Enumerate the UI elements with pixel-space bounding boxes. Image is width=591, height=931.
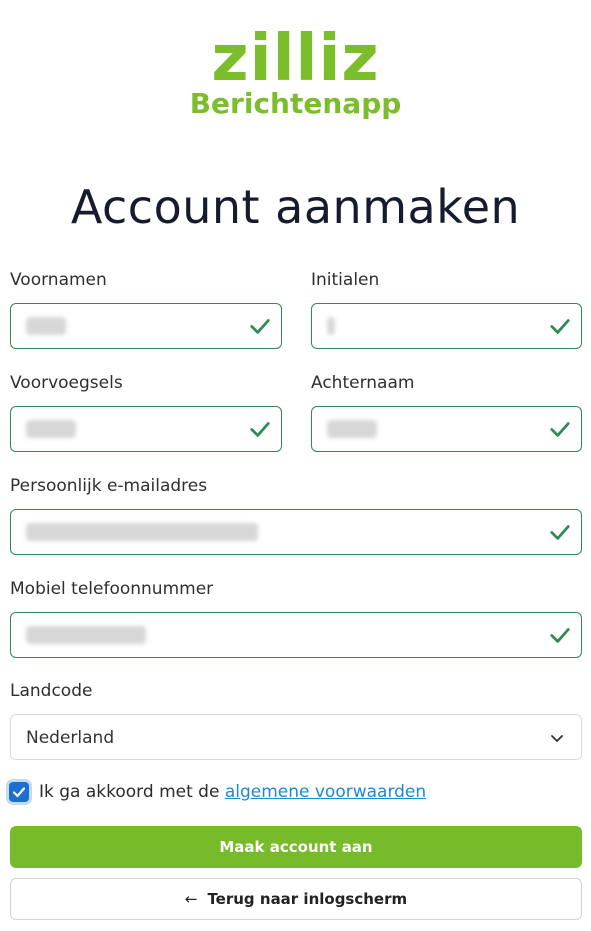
check-icon <box>550 422 570 437</box>
brand-subtitle: Berichtenapp <box>189 87 402 120</box>
brand-logo: zilliz Berichtenapp <box>0 22 591 120</box>
terms-text: Ik ga akkoord met de algemene voorwaarde… <box>39 782 426 802</box>
back-label: Terug naar inlogscherm <box>207 890 408 908</box>
page-title: Account aanmaken <box>70 180 521 234</box>
check-icon <box>550 628 570 643</box>
check-icon <box>550 525 570 540</box>
blurred-value <box>26 420 76 438</box>
country-code-value: Nederland <box>26 728 115 748</box>
first-names-label: Voornamen <box>10 270 107 290</box>
last-name-field[interactable] <box>311 406 582 452</box>
blurred-value <box>327 420 377 438</box>
arrow-left-icon: ← <box>184 890 198 908</box>
terms-link[interactable]: algemene voorwaarden <box>225 782 426 802</box>
check-icon <box>250 422 270 437</box>
terms-checkbox[interactable] <box>9 782 29 802</box>
blurred-value <box>26 626 146 644</box>
initials-field[interactable] <box>311 303 582 349</box>
email-field[interactable] <box>10 509 582 555</box>
check-icon <box>550 319 570 334</box>
prefixes-label: Voorvoegsels <box>10 373 123 393</box>
mobile-label: Mobiel telefoonnummer <box>10 579 214 599</box>
country-code-label: Landcode <box>10 681 93 701</box>
country-code-select[interactable]: Nederland <box>10 714 582 760</box>
email-label: Persoonlijk e-mailadres <box>10 476 208 496</box>
prefixes-field[interactable] <box>10 406 282 452</box>
blurred-value <box>26 523 258 541</box>
mobile-field[interactable] <box>10 612 582 658</box>
checkmark-icon <box>12 787 26 798</box>
initials-label: Initialen <box>311 270 380 290</box>
blurred-value <box>327 317 335 335</box>
chevron-down-icon <box>551 735 563 742</box>
first-names-field[interactable] <box>10 303 282 349</box>
back-to-login-button[interactable]: ← Terug naar inlogscherm <box>10 878 582 920</box>
brand-wordmark: zilliz <box>211 22 380 96</box>
blurred-value <box>26 317 66 335</box>
terms-prefix: Ik ga akkoord met de <box>39 782 220 802</box>
create-account-button[interactable]: Maak account aan <box>10 826 582 868</box>
last-name-label: Achternaam <box>311 373 415 393</box>
check-icon <box>250 319 270 334</box>
